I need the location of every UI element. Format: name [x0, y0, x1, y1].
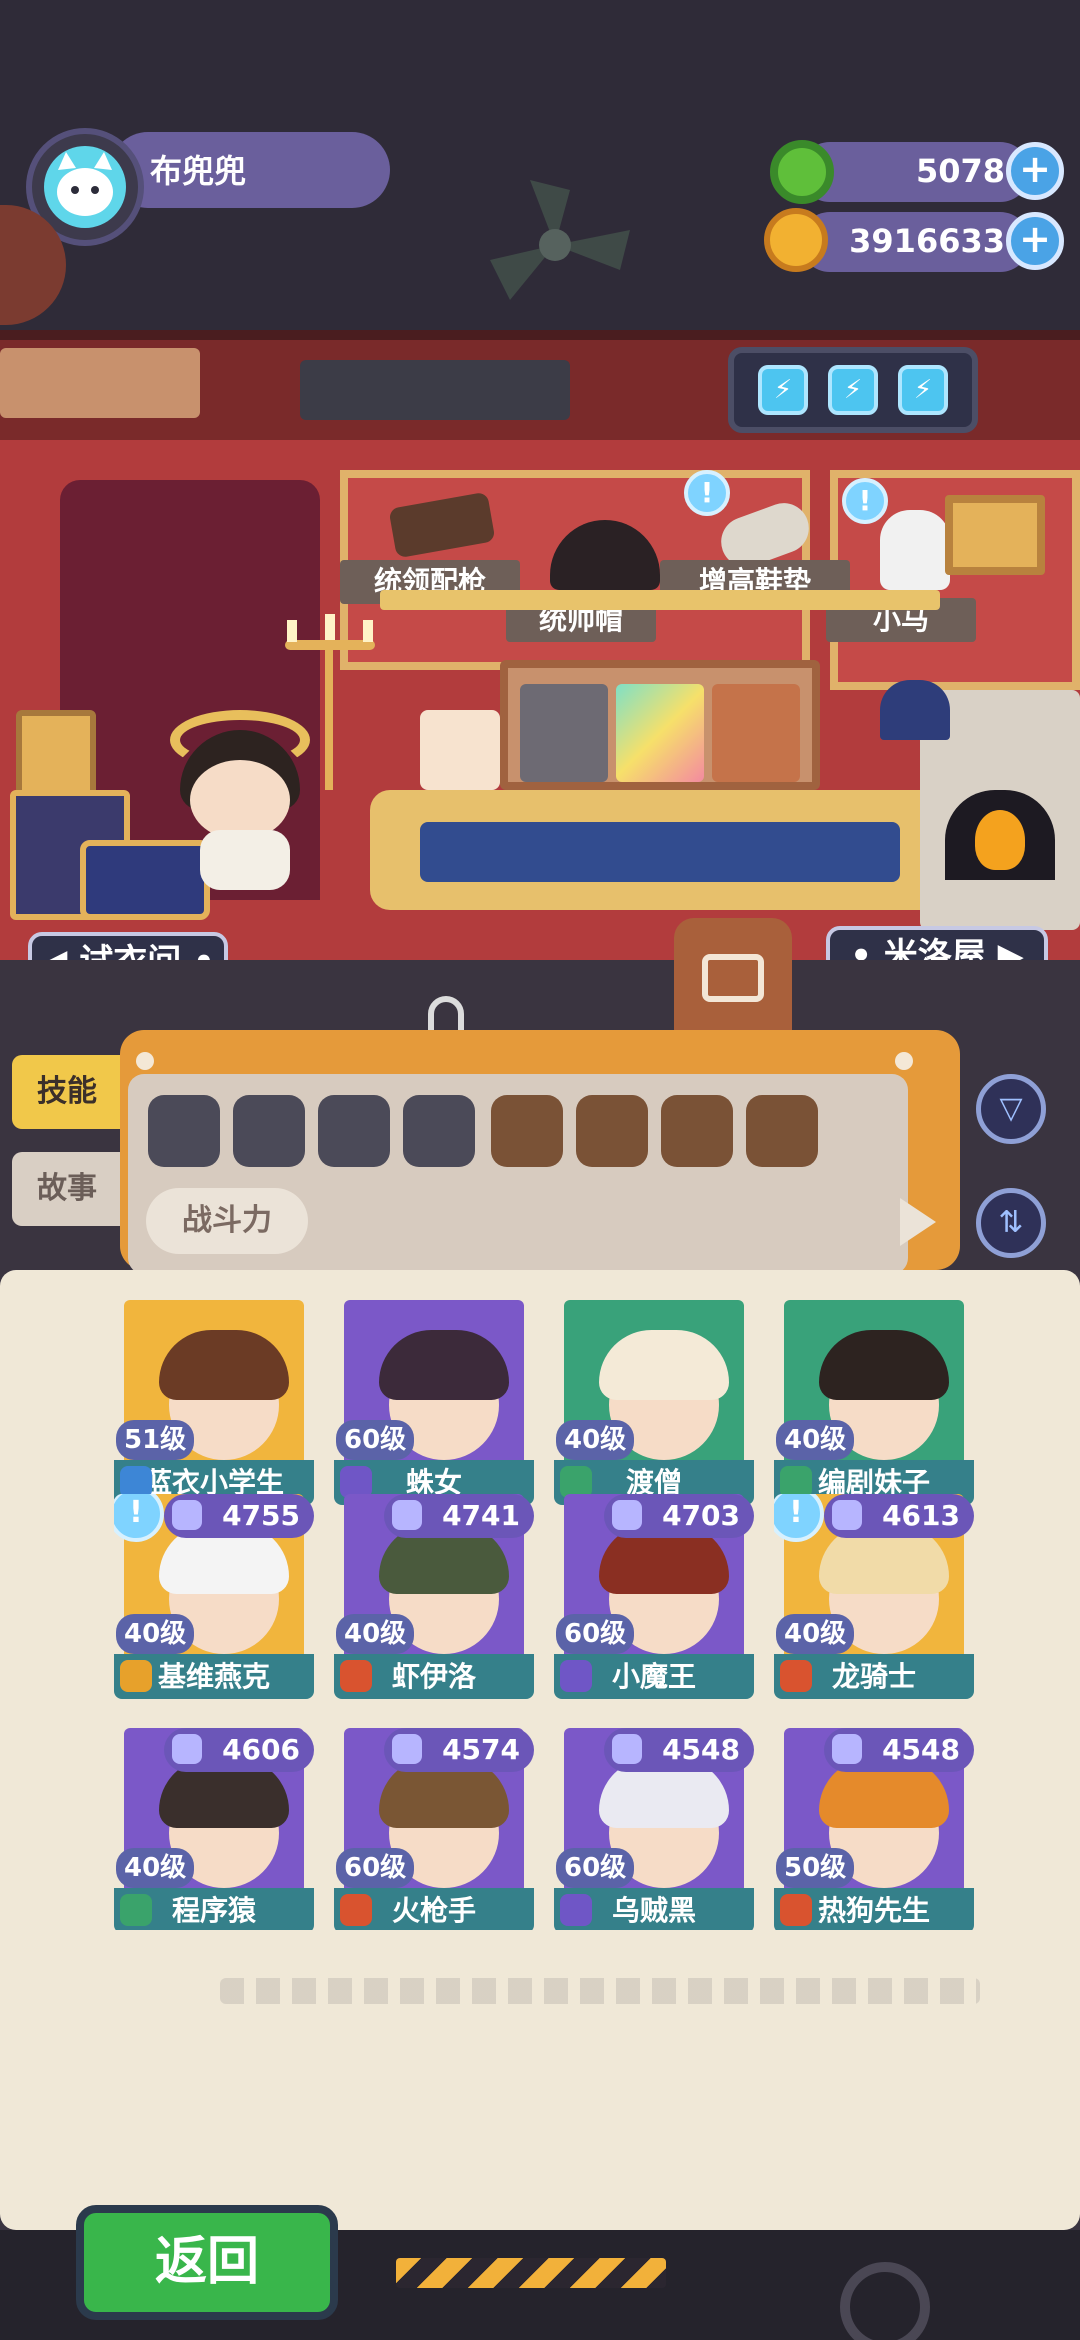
green-donut-icon: [770, 140, 834, 204]
wardrobe-tab-icon[interactable]: [674, 918, 792, 1036]
fan-icon: [490, 180, 630, 300]
back-button[interactable]: 返回: [76, 2205, 338, 2320]
character-card[interactable]: 4606 40级 程序猿: [114, 1728, 314, 1930]
power-fist-icon: [172, 1734, 202, 1764]
hint-bubble-icon[interactable]: !: [842, 478, 888, 524]
portrait-thumbnail: [616, 684, 704, 782]
character-card[interactable]: 40级 编剧妹子: [774, 1300, 974, 1505]
class-shield-icon: [340, 1660, 372, 1692]
character-card[interactable]: 4755! 40级 基维燕克: [114, 1494, 314, 1699]
shield-filter-icon[interactable]: [318, 1095, 390, 1167]
class-shield-icon: [340, 1894, 372, 1926]
character-level: 60级: [336, 1848, 415, 1888]
character-hair: [599, 1330, 729, 1400]
character-level: 40级: [776, 1420, 855, 1460]
class-shield-icon: [120, 1660, 152, 1692]
lamp-icon: [880, 680, 950, 740]
cat-avatar-icon: [44, 146, 126, 228]
character-level: 60级: [556, 1614, 635, 1654]
sort-order-button[interactable]: ⇅: [976, 1188, 1046, 1258]
wall-portrait: [16, 710, 96, 800]
energy-bolt-icon: ⚡: [828, 365, 878, 415]
class-shield-icon: [560, 1660, 592, 1692]
portrait-thumbnail: [520, 684, 608, 782]
character-card[interactable]: 4703 60级 小魔王: [554, 1494, 754, 1699]
character-card[interactable]: 4548 60级 乌贼黑: [554, 1728, 754, 1930]
energy-bolt-icon: ⚡: [758, 365, 808, 415]
fire-icon: [975, 810, 1025, 870]
character-card[interactable]: 4741 40级 虾伊洛: [334, 1494, 534, 1699]
character-card[interactable]: 4574 60级 火枪手: [334, 1728, 534, 1930]
class-shield-icon: [780, 1660, 812, 1692]
character-level: 60级: [556, 1848, 635, 1888]
character-hair: [819, 1330, 949, 1400]
character-level: 40级: [116, 1848, 195, 1888]
wall-shelf: [380, 590, 940, 610]
character-card[interactable]: 4548 50级 热狗先生: [774, 1728, 974, 1930]
player-name: 布兜兜: [150, 152, 247, 190]
gems-value: 5078: [915, 152, 1005, 190]
tab-skills[interactable]: 技能: [12, 1055, 122, 1129]
shelf-panel: [0, 348, 200, 418]
tab-story[interactable]: 故事: [12, 1152, 122, 1226]
portrait-thumbnail: [712, 684, 800, 782]
portrait-display[interactable]: [500, 660, 820, 790]
muscle-filter-icon[interactable]: [661, 1095, 733, 1167]
horse-icon[interactable]: [880, 510, 950, 590]
character-level: 51级: [116, 1420, 195, 1460]
blurred-text: [220, 1978, 980, 2004]
energy-box: ⚡ ⚡ ⚡: [728, 347, 978, 433]
brain-filter-icon[interactable]: [746, 1095, 818, 1167]
energy-bolt-icon: ⚡: [898, 365, 948, 415]
class-shield-icon: [560, 1894, 592, 1926]
character-card[interactable]: 60级 蛛女: [334, 1300, 534, 1505]
heart-filter-icon[interactable]: [148, 1095, 220, 1167]
hazard-stripes: [396, 2258, 666, 2288]
hint-bubble-icon[interactable]: !: [684, 470, 730, 516]
character-grid: 51级 蓝衣小学生 60级 蛛女 40级 渡僧 40级 编剧妹子 4755! 40级 基维燕克 474…: [76, 1300, 976, 1930]
power-fist-icon: [612, 1500, 642, 1530]
power-fist-icon: [392, 1500, 422, 1530]
face-filter-icon[interactable]: [576, 1095, 648, 1167]
class-shield-icon: [780, 1894, 812, 1926]
character-card[interactable]: 51级 蓝衣小学生: [114, 1300, 314, 1505]
play-arrow-icon: [900, 1198, 936, 1246]
power-fist-icon: [612, 1734, 642, 1764]
character-level: 40级: [116, 1614, 195, 1654]
sort-by-power[interactable]: 战斗力: [146, 1188, 308, 1254]
class-shield-icon: [120, 1894, 152, 1926]
character-card[interactable]: 4613! 40级 龙骑士: [774, 1494, 974, 1699]
character-hair: [379, 1330, 509, 1400]
power-fist-icon: [392, 1734, 422, 1764]
panel-rivet: [895, 1052, 913, 1070]
character-level: 40级: [336, 1614, 415, 1654]
shelf-vent: [300, 360, 570, 420]
character-card[interactable]: 40级 渡僧: [554, 1300, 754, 1505]
player-character[interactable]: [160, 710, 320, 890]
power-fist-icon: [172, 1500, 202, 1530]
add-coins-button[interactable]: +: [1006, 212, 1064, 270]
filter-funnel-button[interactable]: ▽: [976, 1074, 1046, 1144]
cake-icon: [420, 710, 500, 790]
character-level: 40级: [776, 1614, 855, 1654]
character-level: 40级: [556, 1420, 635, 1460]
character-hair: [159, 1330, 289, 1400]
character-level: 60级: [336, 1420, 415, 1460]
hand-filter-icon[interactable]: [491, 1095, 563, 1167]
desk-drawer: [420, 822, 900, 882]
anchor-filter-icon[interactable]: [403, 1095, 475, 1167]
power-fist-icon: [832, 1734, 862, 1764]
gold-planet-coin-icon: [764, 208, 828, 272]
add-gems-button[interactable]: +: [1006, 142, 1064, 200]
horse-portrait: [945, 495, 1045, 575]
character-level: 50级: [776, 1848, 855, 1888]
power-fist-icon: [832, 1500, 862, 1530]
coins-value: 3916633: [849, 222, 1005, 260]
panel-rivet: [136, 1052, 154, 1070]
totem-filter-icon[interactable]: [233, 1095, 305, 1167]
